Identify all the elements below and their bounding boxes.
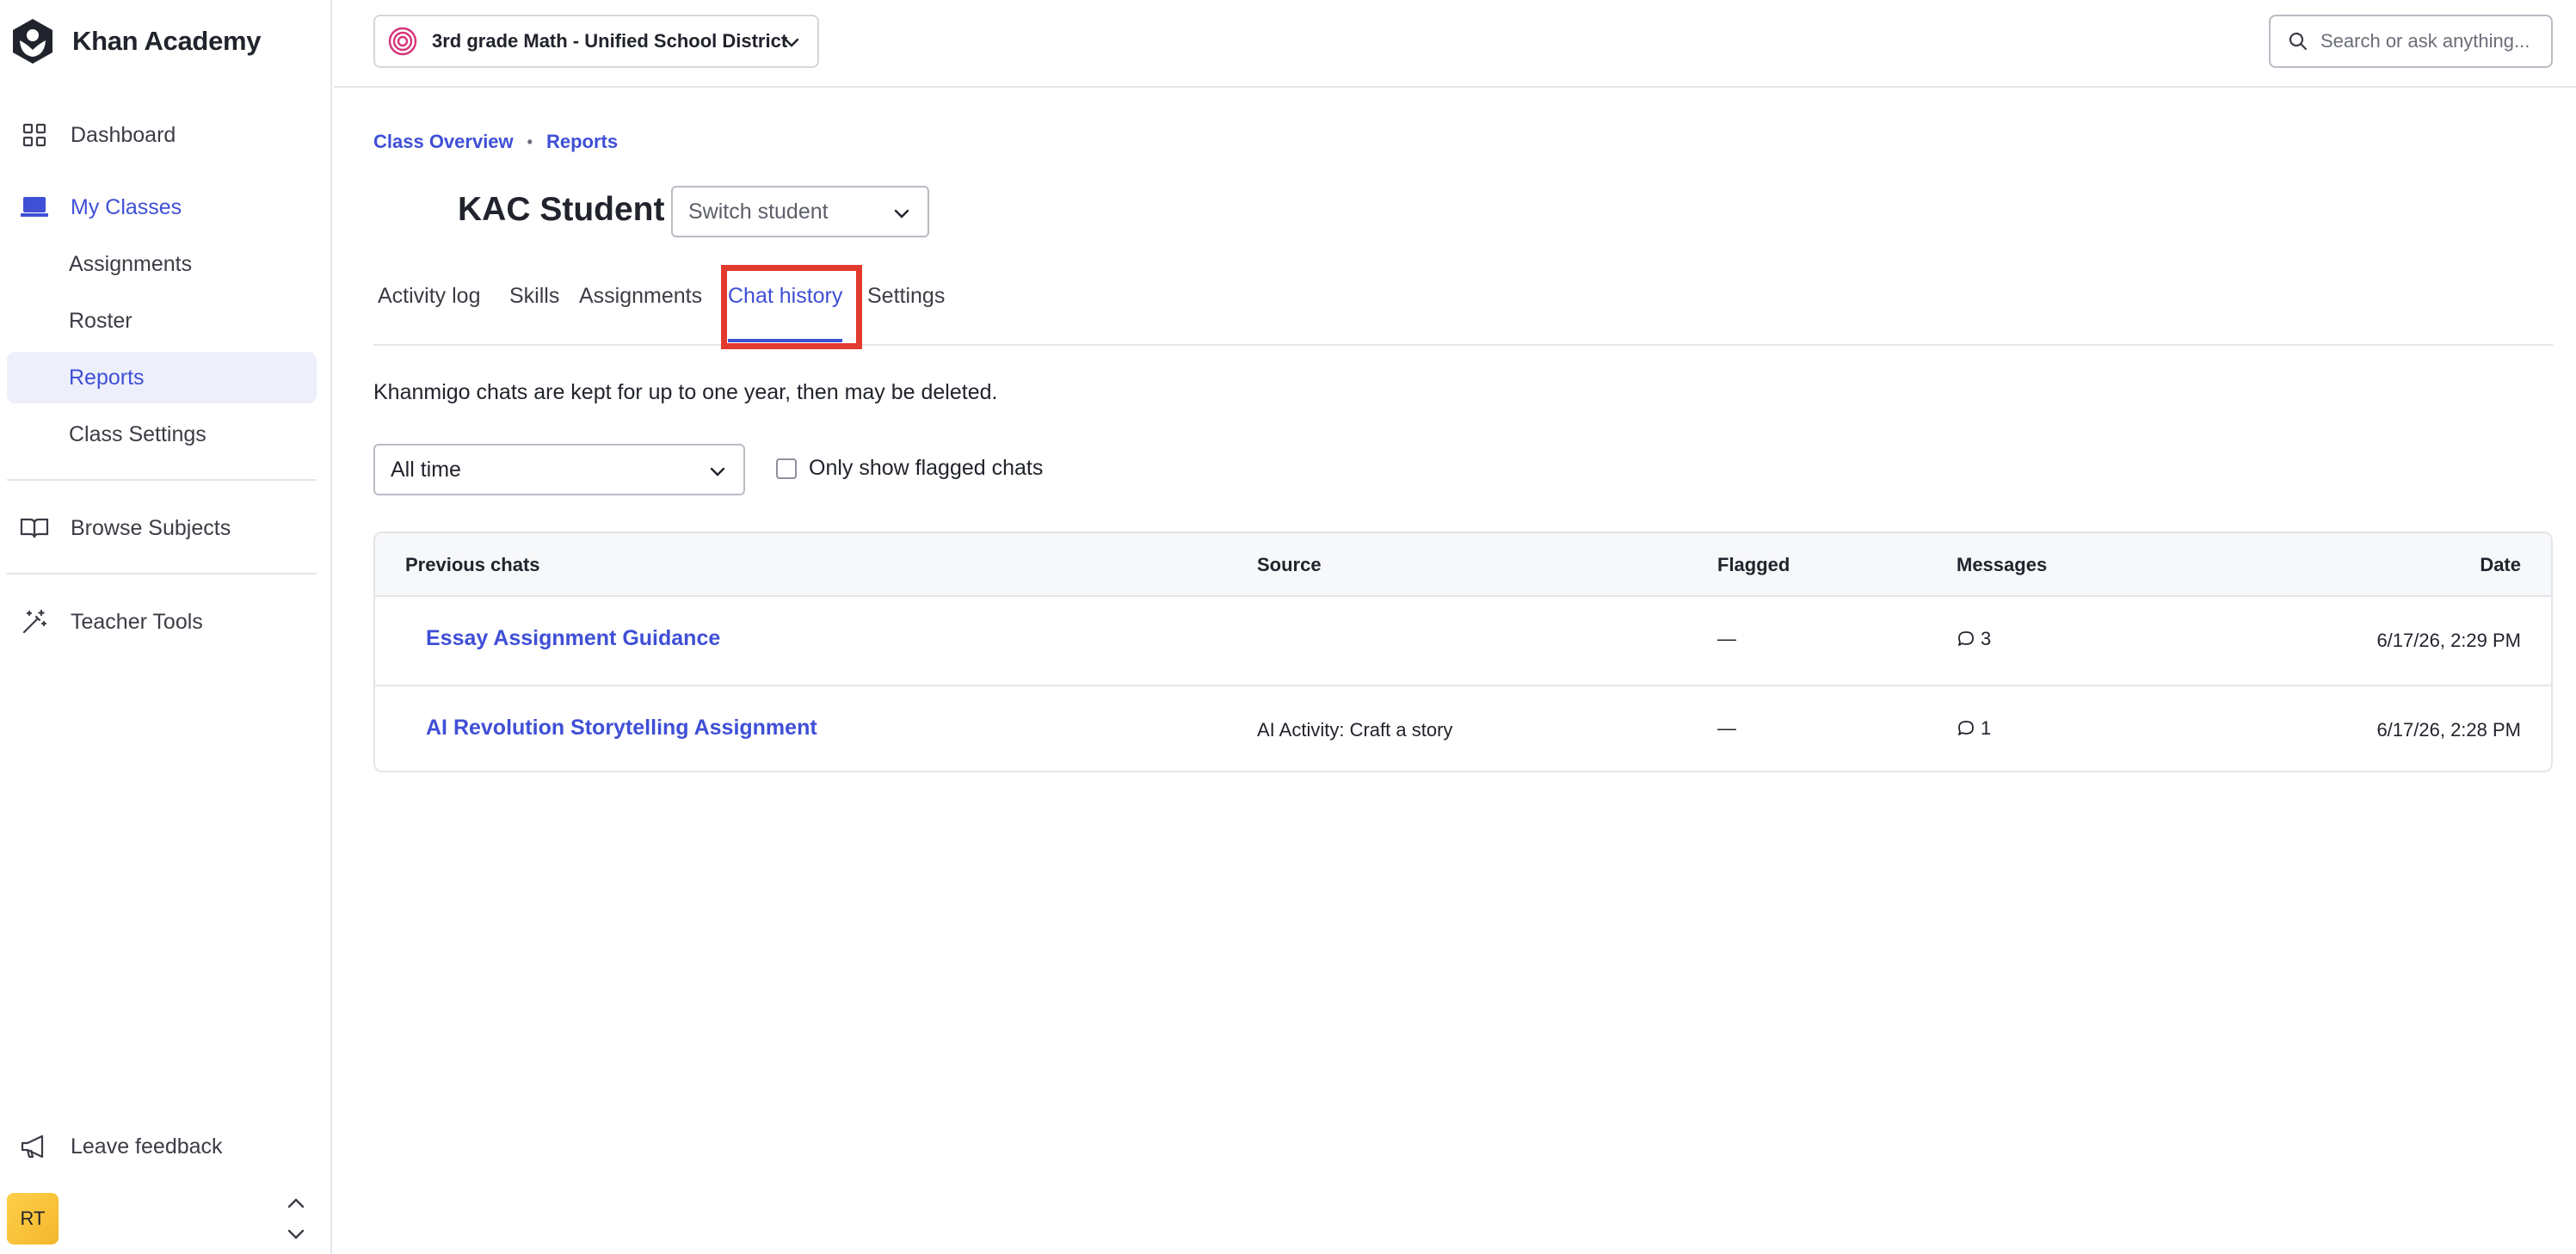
magic-wand-icon: [17, 605, 52, 639]
logo[interactable]: Khan Academy: [10, 17, 262, 65]
grid-icon: [17, 118, 52, 152]
tab-skills[interactable]: Skills: [509, 284, 559, 318]
sidebar-item-label: Leave feedback: [71, 1134, 223, 1159]
table-row[interactable]: Essay Assignment Guidance — 3 6/17/26, 2…: [375, 597, 2551, 685]
chat-bubble-icon: [1958, 721, 1974, 735]
time-range-value: All time: [391, 457, 461, 482]
column-header-source: Source: [1257, 554, 1322, 575]
message-count-value: 1: [1981, 717, 1992, 739]
chevron-down-icon: [784, 38, 799, 47]
megaphone-icon: [17, 1129, 52, 1164]
sidebar-item-reports[interactable]: Reports: [7, 352, 317, 403]
sidebar-item-my-classes[interactable]: My Classes: [7, 181, 317, 233]
sidebar-item-label: My Classes: [71, 194, 182, 219]
sidebar-divider: [7, 479, 317, 481]
sidebar-item-class-settings[interactable]: Class Settings: [7, 409, 317, 460]
chevron-up-down-icon[interactable]: [284, 1197, 308, 1240]
khan-academy-logo-icon: [13, 19, 52, 64]
sidebar-item-teacher-tools[interactable]: Teacher Tools: [7, 596, 317, 648]
sidebar-item-label: Dashboard: [71, 122, 176, 147]
avatar-initials: RT: [20, 1208, 46, 1229]
sidebar-item-label: Class Settings: [69, 421, 206, 446]
column-header-previous-chats: Previous chats: [405, 554, 540, 575]
chat-flagged: —: [1717, 717, 1736, 739]
sidebar-divider: [7, 573, 317, 575]
tab-activity-log[interactable]: Activity log: [378, 284, 480, 318]
sidebar-item-label: Teacher Tools: [71, 609, 203, 634]
column-header-date: Date: [2480, 554, 2521, 575]
chat-flagged: —: [1717, 628, 1736, 649]
chat-message-count: 3: [1957, 628, 1991, 650]
chat-date: 6/17/26, 2:29 PM: [2376, 630, 2521, 651]
flagged-only-label: Only show flagged chats: [809, 456, 1044, 480]
flagged-only-checkbox[interactable]: [776, 458, 797, 479]
chat-source: AI Activity: Craft a story: [1257, 719, 1453, 741]
breadcrumb: Class Overview • Reports: [373, 129, 618, 155]
message-count-value: 3: [1981, 628, 1992, 649]
chevron-down-icon: [894, 209, 909, 218]
sidebar: Khan Academy Dashboard My Classes Assign…: [0, 0, 332, 1254]
chat-date: 6/17/26, 2:28 PM: [2376, 719, 2521, 741]
column-header-messages: Messages: [1957, 554, 2048, 575]
tab-chat-history[interactable]: Chat history: [728, 284, 843, 342]
retention-notice: Khanmigo chats are kept for up to one ye…: [373, 380, 998, 404]
sidebar-item-dashboard[interactable]: Dashboard: [7, 109, 317, 161]
classroom-icon: [17, 190, 52, 224]
user-menu[interactable]: RT: [7, 1192, 317, 1245]
tab-settings[interactable]: Settings: [867, 284, 945, 318]
student-name: KAC Student: [458, 191, 665, 228]
breadcrumb-separator: •: [527, 132, 533, 151]
search-box[interactable]: [2269, 15, 2553, 68]
breadcrumb-reports[interactable]: Reports: [546, 131, 618, 153]
time-range-select[interactable]: All time: [373, 444, 745, 495]
report-tabs: Activity log Skills Assignments Chat his…: [373, 267, 2553, 346]
chat-title-link[interactable]: Essay Assignment Guidance: [426, 626, 720, 651]
top-bar: 3rd grade Math - Unified School District: [334, 0, 2576, 88]
sidebar-item-label: Roster: [69, 308, 132, 333]
avatar[interactable]: RT: [7, 1193, 59, 1245]
chat-title-link[interactable]: AI Revolution Storytelling Assignment: [426, 716, 817, 741]
flagged-filter[interactable]: Only show flagged chats: [776, 456, 1043, 481]
chat-history-table: Previous chats Source Flagged Messages D…: [373, 532, 2553, 772]
class-switcher-dropdown[interactable]: 3rd grade Math - Unified School District: [373, 15, 819, 68]
chevron-down-icon: [710, 467, 725, 476]
book-icon: [17, 511, 52, 545]
table-row[interactable]: AI Revolution Storytelling Assignment AI…: [375, 685, 2551, 771]
sidebar-item-roster[interactable]: Roster: [7, 295, 317, 347]
switch-student-label: Switch student: [688, 199, 829, 224]
column-header-flagged: Flagged: [1717, 554, 1790, 575]
sidebar-item-label: Reports: [69, 365, 145, 390]
search-icon: [2289, 32, 2308, 51]
breadcrumb-class-overview[interactable]: Class Overview: [373, 131, 514, 153]
switch-student-dropdown[interactable]: Switch student: [671, 186, 929, 237]
search-input[interactable]: [2320, 30, 2544, 52]
sidebar-item-label: Assignments: [69, 251, 193, 276]
tab-assignments[interactable]: Assignments: [579, 284, 702, 318]
chat-bubble-icon: [1958, 631, 1974, 646]
sidebar-item-assignments[interactable]: Assignments: [7, 238, 317, 290]
sidebar-item-leave-feedback[interactable]: Leave feedback: [7, 1121, 317, 1172]
chat-message-count: 1: [1957, 717, 1991, 740]
class-spiral-icon: [388, 27, 417, 56]
sidebar-item-label: Browse Subjects: [71, 515, 231, 540]
table-header: Previous chats Source Flagged Messages D…: [375, 533, 2551, 597]
class-name: 3rd grade Math - Unified School District: [432, 30, 788, 52]
sidebar-item-browse-subjects[interactable]: Browse Subjects: [7, 502, 317, 554]
logo-text: Khan Academy: [72, 26, 262, 56]
